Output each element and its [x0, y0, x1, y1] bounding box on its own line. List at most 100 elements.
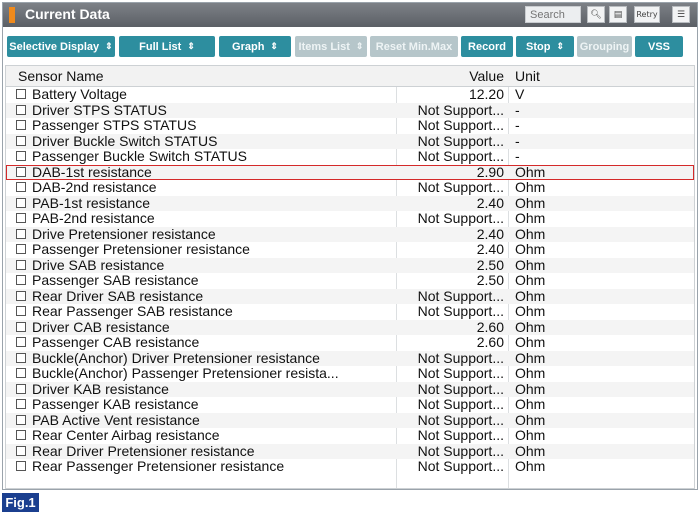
row-checkbox[interactable]: [16, 275, 26, 285]
column-header-unit[interactable]: Unit: [515, 68, 540, 84]
sensor-value: Not Support...: [417, 117, 504, 133]
table-row[interactable]: DAB-1st resistance 2.90 Ohm: [6, 163, 694, 180]
row-checkbox[interactable]: [16, 306, 26, 316]
sensor-unit: V: [515, 86, 525, 102]
row-checkbox[interactable]: [16, 182, 26, 192]
items-list-button[interactable]: Items List ⇕: [295, 36, 367, 57]
table-row[interactable]: Rear Driver Pretensioner resistance Not S…: [6, 443, 694, 459]
table-row[interactable]: Battery Voltage 12.20 V: [6, 87, 694, 103]
table-row[interactable]: Drive SAB resistance 2.50 Ohm: [6, 256, 694, 273]
table-row[interactable]: Passenger STPS STATUS Not Support... -: [6, 118, 694, 134]
table-row[interactable]: Driver CAB resistance 2.60 Ohm: [6, 318, 694, 335]
sensor-value: Not Support...: [417, 458, 504, 474]
table-body: Battery Voltage 12.20 V Driver STPS STATUS N…: [6, 87, 694, 475]
retry-icon[interactable]: Retry: [634, 6, 660, 23]
table-row[interactable]: Driver Buckle Switch STATUS Not Support..…: [6, 132, 694, 149]
record-button[interactable]: Record: [461, 36, 513, 57]
menu-icon[interactable]: ☰: [672, 6, 690, 23]
table-row[interactable]: PAB-2nd resistance Not Support... Ohm: [6, 211, 694, 227]
table-row[interactable]: Passenger KAB resistance Not Support... Oh…: [6, 397, 694, 413]
sensor-unit: Ohm: [515, 318, 546, 335]
grouping-label: Grouping: [579, 40, 630, 53]
table-row[interactable]: Passenger Pretensioner resistance 2.40 Ohm: [6, 242, 694, 258]
sensor-value: 2.40: [476, 225, 504, 242]
vss-label: VSS: [647, 40, 670, 53]
updown-chevron-icon: ⇕: [187, 41, 195, 51]
stop-button[interactable]: Stop ⇕: [516, 36, 574, 57]
sensor-unit: -: [515, 148, 520, 164]
row-checkbox[interactable]: [16, 213, 26, 223]
row-checkbox[interactable]: [16, 383, 26, 394]
sensor-name: Driver Buckle Switch STATUS: [32, 133, 218, 149]
updown-chevron-icon: ⇕: [270, 41, 278, 51]
row-checkbox[interactable]: [16, 461, 26, 471]
title-bar: Current Data 🔍︎ ▤ Retry ☰: [3, 3, 697, 27]
table-row[interactable]: Rear Passenger SAB resistance Not Support…: [6, 304, 694, 320]
row-checkbox[interactable]: [16, 151, 26, 161]
column-header-value[interactable]: Value: [396, 68, 504, 84]
list-view-icon[interactable]: ▤: [609, 6, 627, 23]
vss-button[interactable]: VSS: [635, 36, 683, 57]
row-checkbox[interactable]: [16, 259, 26, 270]
row-checkbox[interactable]: [16, 445, 26, 456]
row-checkbox[interactable]: [16, 337, 26, 347]
row-checkbox[interactable]: [16, 244, 26, 254]
row-checkbox[interactable]: [16, 197, 26, 208]
sensor-name: Driver CAB resistance: [32, 319, 170, 335]
search-zoom-icon[interactable]: 🔍︎: [587, 6, 605, 23]
row-checkbox[interactable]: [16, 120, 26, 130]
sensor-value: 2.50: [476, 256, 504, 273]
table-row[interactable]: Passenger Buckle Switch STATUS Not Suppor…: [6, 149, 694, 165]
sensor-unit: Ohm: [515, 458, 546, 474]
sensor-unit: Ohm: [515, 163, 546, 180]
graph-button[interactable]: Graph ⇕: [219, 36, 291, 57]
row-checkbox[interactable]: [16, 166, 26, 177]
table-row[interactable]: PAB-1st resistance 2.40 Ohm: [6, 195, 694, 211]
sensor-value: Not Support...: [417, 132, 504, 149]
sensor-name: Driver KAB resistance: [32, 381, 169, 397]
sensor-unit: Ohm: [515, 272, 546, 288]
row-checkbox[interactable]: [16, 89, 26, 99]
table-row[interactable]: Drive Pretensioner resistance 2.40 Ohm: [6, 225, 694, 242]
sensor-unit: Ohm: [515, 349, 546, 366]
row-checkbox[interactable]: [16, 399, 26, 409]
sensor-name: Drive Pretensioner resistance: [32, 226, 216, 242]
stop-label: Stop: [526, 40, 551, 53]
row-checkbox[interactable]: [16, 430, 26, 440]
row-checkbox[interactable]: [16, 414, 26, 425]
column-header-sensor-name[interactable]: Sensor Name: [18, 68, 104, 84]
row-checkbox[interactable]: [16, 290, 26, 301]
sensor-name: Passenger Pretensioner resistance: [32, 242, 250, 257]
table-row[interactable]: Driver STPS STATUS Not Support... -: [6, 102, 694, 118]
row-checkbox[interactable]: [16, 135, 26, 146]
updown-chevron-icon: ⇕: [105, 41, 113, 51]
table-row[interactable]: Passenger CAB resistance 2.60 Ohm: [6, 335, 694, 351]
sensor-value: Not Support...: [417, 287, 504, 304]
reset-min-max-button[interactable]: Reset Min.Max: [370, 36, 458, 57]
row-checkbox[interactable]: [16, 321, 26, 332]
table-row[interactable]: PAB Active Vent resistance Not Support...…: [6, 412, 694, 428]
row-checkbox[interactable]: [16, 368, 26, 378]
sensor-unit: Ohm: [515, 287, 546, 304]
table-row[interactable]: Rear Driver SAB resistance Not Support...…: [6, 287, 694, 304]
table-row[interactable]: Driver KAB resistance Not Support... Ohm: [6, 381, 694, 397]
row-checkbox[interactable]: [16, 104, 26, 115]
table-row[interactable]: Passenger SAB resistance 2.50 Ohm: [6, 273, 694, 289]
sensor-name: DAB-2nd resistance: [32, 180, 157, 195]
selective-display-button[interactable]: Selective Display ⇕: [7, 36, 115, 57]
table-row[interactable]: DAB-2nd resistance Not Support... Ohm: [6, 180, 694, 196]
table-row[interactable]: Buckle(Anchor) Driver Pretensioner resis…: [6, 349, 694, 366]
table-row[interactable]: Rear Center Airbag resistance Not Support…: [6, 428, 694, 444]
table-row[interactable]: Buckle(Anchor) Passenger Pretensioner re…: [6, 366, 694, 382]
row-checkbox[interactable]: [16, 228, 26, 239]
sensor-name: PAB-2nd resistance: [32, 211, 155, 226]
table-row[interactable]: Rear Passenger Pretensioner resistance No…: [6, 459, 694, 475]
search-input[interactable]: [525, 6, 581, 23]
sensor-value: Not Support...: [417, 179, 504, 195]
full-list-button[interactable]: Full List ⇕: [119, 36, 215, 57]
sensor-value: Not Support...: [417, 303, 504, 319]
sensor-name: Rear Passenger Pretensioner resistance: [32, 459, 285, 474]
row-checkbox[interactable]: [16, 352, 26, 363]
sensor-value: Not Support...: [417, 427, 504, 443]
grouping-button[interactable]: Grouping: [577, 36, 632, 57]
